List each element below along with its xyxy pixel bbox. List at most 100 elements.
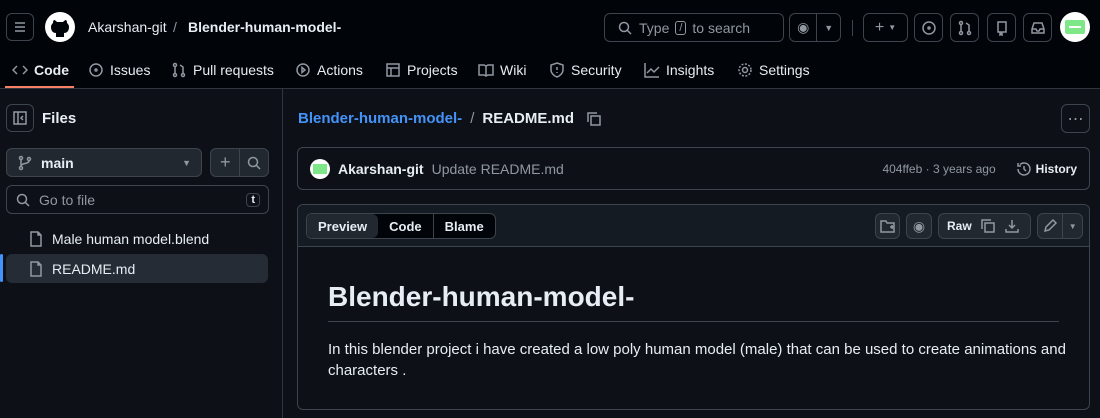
readme-paragraph: In this blender project i have created a… <box>328 341 1066 379</box>
tab-blame[interactable]: Blame <box>434 214 495 238</box>
inbox-icon <box>1030 21 1045 34</box>
active-tab-underline <box>5 86 74 88</box>
copilot-icon: ◉ <box>912 217 926 234</box>
commit-author[interactable]: Akarshan-git <box>338 161 424 177</box>
tab-code[interactable]: Code <box>12 52 69 88</box>
kebab-icon: ⋯ <box>1067 110 1084 128</box>
copilot-icon: ◉ <box>797 19 810 35</box>
file-tree-sidebar: Files main ▼ + Go to file t Male human m… <box>0 89 283 418</box>
tab-label: Wiki <box>500 62 527 78</box>
tab-label: Insights <box>666 62 715 78</box>
tab-label: Projects <box>407 62 458 78</box>
chevron-down-icon: ▼ <box>182 157 191 168</box>
go-to-file-placeholder: Go to file <box>39 191 96 208</box>
copilot-button[interactable]: ◉ <box>906 213 932 239</box>
menu-button[interactable] <box>6 13 34 41</box>
go-to-file-input[interactable]: Go to file t <box>6 185 269 214</box>
copy-icon[interactable] <box>586 111 602 127</box>
chevron-down-icon[interactable]: ▼ <box>816 14 840 41</box>
top-header: Akarshan-git / Blender-human-model- Type… <box>0 0 1100 89</box>
history-button[interactable]: History <box>1016 161 1077 177</box>
tab-settings[interactable]: Settings <box>737 52 810 88</box>
repo-icon <box>996 20 1007 36</box>
branch-icon <box>18 155 32 170</box>
tab-label: Actions <box>317 62 363 78</box>
tab-projects[interactable]: Projects <box>385 52 458 88</box>
breadcrumb-separator: / <box>470 110 475 127</box>
file-tree-item[interactable]: Male human model.blend <box>6 225 268 253</box>
plus-icon: + <box>874 18 885 36</box>
readme-title: Blender-human-model- <box>328 281 635 312</box>
hamburger-icon <box>15 22 25 32</box>
search-input[interactable]: Type / to search <box>604 13 784 42</box>
pull-requests-button[interactable] <box>950 13 979 42</box>
issues-button[interactable] <box>914 13 943 42</box>
create-new-button[interactable]: + ▼ <box>863 13 908 42</box>
tab-wiki[interactable]: Wiki <box>478 52 526 88</box>
branch-select[interactable]: main ▼ <box>6 148 202 177</box>
file-viewer-header: Preview Code Blame ◉ Raw ▼ <box>298 205 1089 247</box>
copy-icon[interactable] <box>980 218 996 234</box>
issue-icon <box>921 20 936 35</box>
pencil-icon <box>1044 218 1058 233</box>
breadcrumb-repo-link[interactable]: Blender-human-model- <box>298 110 462 127</box>
gear-icon <box>738 63 752 77</box>
tab-label: Settings <box>759 62 810 78</box>
tab-pull-requests[interactable]: Pull requests <box>171 52 274 88</box>
file-icon <box>30 231 42 247</box>
repo-link[interactable]: Blender-human-model- <box>188 19 341 35</box>
chevron-down-icon: ▼ <box>888 23 897 32</box>
breadcrumb-separator: / <box>173 19 177 35</box>
open-symbols-button[interactable] <box>875 213 900 239</box>
repositories-button[interactable] <box>987 13 1016 42</box>
tab-label: Code <box>34 62 69 78</box>
pull-request-icon <box>958 20 971 35</box>
inbox-button[interactable] <box>1023 13 1052 42</box>
selected-indicator <box>0 254 3 282</box>
code-icon <box>12 65 28 75</box>
edit-button[interactable] <box>1038 218 1062 234</box>
commit-time: 3 years ago <box>932 161 996 176</box>
file-name: README.md <box>52 260 136 277</box>
sidebar-collapse-icon <box>13 111 27 125</box>
user-avatar[interactable] <box>1060 12 1090 42</box>
owner-link[interactable]: Akarshan-git <box>88 19 167 35</box>
file-name: Male human model.blend <box>52 231 210 247</box>
tab-issues[interactable]: Issues <box>88 52 150 88</box>
pull-request-icon <box>172 62 186 78</box>
chevron-down-icon[interactable]: ▼ <box>1062 214 1082 238</box>
collapse-sidebar-button[interactable] <box>6 104 34 132</box>
view-mode-tabs: Preview Code Blame <box>306 213 496 239</box>
tab-insights[interactable]: Insights <box>644 52 714 88</box>
add-file-button[interactable]: + <box>211 152 239 173</box>
history-icon <box>1016 161 1031 176</box>
branch-name: main <box>41 154 74 171</box>
raw-button[interactable]: Raw <box>939 219 980 233</box>
copilot-button[interactable]: ◉ ▼ <box>789 13 841 42</box>
commit-message[interactable]: Update README.md <box>432 161 564 177</box>
search-icon <box>247 156 261 170</box>
file-tree-item-selected[interactable]: README.md <box>6 254 268 283</box>
table-icon <box>386 63 400 77</box>
more-options-button[interactable]: ⋯ <box>1061 104 1090 133</box>
search-files-button[interactable] <box>239 149 268 176</box>
history-label: History <box>1035 161 1077 176</box>
github-logo-icon[interactable] <box>45 12 75 42</box>
latest-commit-bar: Akarshan-git Update README.md 404ffeb · … <box>297 147 1090 190</box>
commit-sha[interactable]: 404ffeb <box>882 162 922 176</box>
raw-actions-group: Raw <box>938 213 1031 239</box>
commit-meta: 404ffeb · 3 years ago <box>882 161 996 176</box>
tab-actions[interactable]: Actions <box>295 52 363 88</box>
file-actions-group: + <box>210 148 269 177</box>
tab-code[interactable]: Code <box>378 214 434 238</box>
tab-label: Security <box>571 62 622 78</box>
download-icon[interactable] <box>1004 218 1020 234</box>
tab-preview[interactable]: Preview <box>307 214 379 238</box>
edit-actions-group: ▼ <box>1037 213 1083 239</box>
tab-label: Issues <box>110 62 151 78</box>
shield-icon <box>550 62 564 78</box>
tab-label: Pull requests <box>193 62 274 78</box>
book-icon <box>478 64 494 77</box>
file-viewer: Preview Code Blame ◉ Raw ▼ Blender-human… <box>297 204 1090 410</box>
tab-security[interactable]: Security <box>549 52 622 88</box>
